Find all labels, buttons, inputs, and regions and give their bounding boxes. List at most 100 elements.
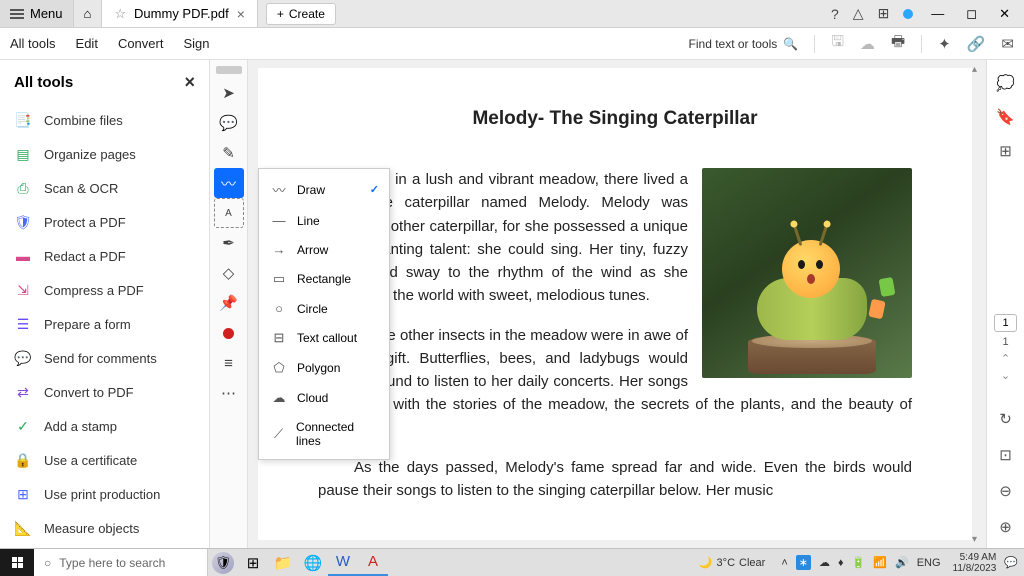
tab-close-icon[interactable]: × xyxy=(237,6,245,22)
weather-widget[interactable]: 🌙 3°C Clear xyxy=(699,556,765,569)
flyout-item[interactable]: ▭Rectangle xyxy=(259,264,389,294)
fit-width-icon[interactable]: ⊡ xyxy=(995,442,1016,468)
page-down-icon[interactable]: ⌄ xyxy=(1001,369,1010,382)
start-button[interactable] xyxy=(0,549,34,576)
erase-tool[interactable]: ◇ xyxy=(214,258,244,288)
zoom-out-icon[interactable]: ⊖ xyxy=(995,478,1016,504)
flyout-item[interactable]: ⬠Polygon xyxy=(259,353,389,383)
drag-handle[interactable] xyxy=(216,66,242,74)
document-tab[interactable]: ☆ Dummy PDF.pdf × xyxy=(102,0,257,27)
tool-icon: 📑 xyxy=(14,111,32,129)
battery-icon[interactable]: 🔋 xyxy=(852,556,866,569)
flyout-item[interactable]: ☁Cloud xyxy=(259,383,389,413)
pin-tool[interactable]: 📌 xyxy=(214,288,244,318)
scroll-up-icon[interactable]: ▴ xyxy=(972,64,982,74)
tool-icon: ▬ xyxy=(14,247,32,265)
edge-app[interactable]: 🌐 xyxy=(298,549,328,576)
lines-tool[interactable]: ≡ xyxy=(214,348,244,378)
security-icon[interactable]: ♦ xyxy=(838,557,844,569)
page-up-icon[interactable]: ⌃ xyxy=(1001,352,1010,365)
taskbar-left: ○ Type here to search 🛡 ⊞ 📁 🌐 W A xyxy=(0,549,388,576)
help-icon[interactable]: ? xyxy=(831,6,839,22)
taskbar-search[interactable]: ○ Type here to search xyxy=(34,549,208,576)
word-app[interactable]: W xyxy=(328,549,358,576)
menu-button[interactable]: Menu xyxy=(0,0,73,27)
bookmark-panel-icon[interactable]: 🔖 xyxy=(992,104,1019,130)
clock[interactable]: 5:49 AM 11/8/2023 xyxy=(953,552,997,574)
moon-icon: 🌙 xyxy=(699,556,713,569)
minimize-button[interactable]: — xyxy=(927,2,948,25)
tool-item[interactable]: ✓Add a stamp xyxy=(0,409,209,443)
maximize-button[interactable]: ◻ xyxy=(962,2,981,26)
acrobat-app[interactable]: A xyxy=(358,549,388,576)
link-icon[interactable]: 🔗 xyxy=(967,35,986,53)
sidebar-close-icon[interactable]: × xyxy=(184,72,195,93)
taskview-app[interactable]: ⊞ xyxy=(238,549,268,576)
flyout-item[interactable]: ⟋Connected lines xyxy=(259,413,389,455)
tool-item[interactable]: 💬Send for comments xyxy=(0,341,209,375)
scroll-down-icon[interactable]: ▾ xyxy=(972,534,982,544)
mail-icon[interactable]: ✉ xyxy=(1001,35,1014,53)
wifi-icon[interactable]: 📶 xyxy=(873,556,887,569)
zoom-in-icon[interactable]: ⊕ xyxy=(995,514,1016,540)
bell-icon[interactable]: △ xyxy=(853,5,864,22)
thumbnails-panel-icon[interactable]: ⊞ xyxy=(995,138,1016,164)
home-button[interactable]: ⌂ xyxy=(73,0,103,27)
onedrive-icon[interactable]: ☁ xyxy=(819,556,830,569)
record-tool[interactable] xyxy=(214,318,244,348)
tool-item[interactable]: ⇲Compress a PDF xyxy=(0,273,209,307)
flyout-item[interactable]: →Arrow xyxy=(259,235,389,264)
explorer-app[interactable]: 📁 xyxy=(268,549,298,576)
sign-tab[interactable]: Sign xyxy=(183,36,209,51)
grid-icon[interactable]: ⊞ xyxy=(878,5,890,22)
flyout-item[interactable]: ⊟Text callout xyxy=(259,323,389,353)
account-icon[interactable] xyxy=(903,9,913,19)
flyout-item[interactable]: —Line xyxy=(259,206,389,235)
print-icon[interactable]: 🖶 xyxy=(891,31,905,56)
tool-item[interactable]: ⇄Convert to PDF xyxy=(0,375,209,409)
rotate-icon[interactable]: ↻ xyxy=(995,406,1016,432)
tool-item[interactable]: ▬Redact a PDF xyxy=(0,239,209,273)
tool-item[interactable]: 📑 Combine files xyxy=(0,103,209,137)
ai-icon[interactable]: ✦ xyxy=(938,35,951,53)
bluetooth-icon[interactable]: ∗ xyxy=(796,555,811,570)
select-tool[interactable]: ➤ xyxy=(214,78,244,108)
weather-temp: 3°C xyxy=(717,557,735,569)
find-text-button[interactable]: Find text or tools 🔍 xyxy=(689,37,799,51)
volume-icon[interactable]: 🔊 xyxy=(895,556,909,569)
tool-label: Measure objects xyxy=(44,521,139,536)
tool-item[interactable]: 📐Measure objects xyxy=(0,511,209,545)
text-tool[interactable]: A xyxy=(214,198,244,228)
all-tools-tab[interactable]: All tools xyxy=(10,36,56,51)
tray-chevron-icon[interactable]: ˄ xyxy=(781,557,787,569)
close-button[interactable]: ✕ xyxy=(995,2,1014,26)
create-button[interactable]: + Create xyxy=(266,3,336,25)
save-icon[interactable]: 🖫 xyxy=(831,31,844,56)
chat-panel-icon[interactable]: 💭 xyxy=(992,70,1019,96)
tab-title: Dummy PDF.pdf xyxy=(134,6,229,21)
lang-indicator[interactable]: ENG xyxy=(917,557,941,569)
secondary-toolbar: All tools Edit Convert Sign Find text or… xyxy=(0,28,1024,60)
flyout-item[interactable]: ○Circle xyxy=(259,294,389,323)
tool-item[interactable]: 🛡Protect a PDF xyxy=(0,205,209,239)
tool-item[interactable]: ☰Prepare a form xyxy=(0,307,209,341)
tool-item[interactable]: ▤Organize pages xyxy=(0,137,209,171)
comment-tool[interactable]: 💬 xyxy=(214,108,244,138)
tool-label: Combine files xyxy=(44,113,123,128)
check-icon: ✓ xyxy=(370,183,379,196)
flyout-item[interactable]: 〰Draw✓ xyxy=(259,173,389,206)
menu-label: Menu xyxy=(30,6,63,21)
draw-tool[interactable]: 〰 xyxy=(214,168,244,198)
sign-tool[interactable]: ✒ xyxy=(214,228,244,258)
tool-item[interactable]: ⎙Scan & OCR xyxy=(0,171,209,205)
tool-item[interactable]: ⊞Use print production xyxy=(0,477,209,511)
notifications-icon[interactable]: 💬 xyxy=(1004,556,1018,569)
convert-tab[interactable]: Convert xyxy=(118,36,164,51)
app-shield[interactable]: 🛡 xyxy=(208,549,238,576)
cloud-upload-icon[interactable]: ☁ xyxy=(860,35,875,53)
edit-tab[interactable]: Edit xyxy=(76,36,98,51)
more-tools[interactable]: ⋯ xyxy=(214,378,244,408)
page-current-input[interactable]: 1 xyxy=(994,314,1016,332)
tool-item[interactable]: 🔒Use a certificate xyxy=(0,443,209,477)
highlight-tool[interactable]: ✎ xyxy=(214,138,244,168)
